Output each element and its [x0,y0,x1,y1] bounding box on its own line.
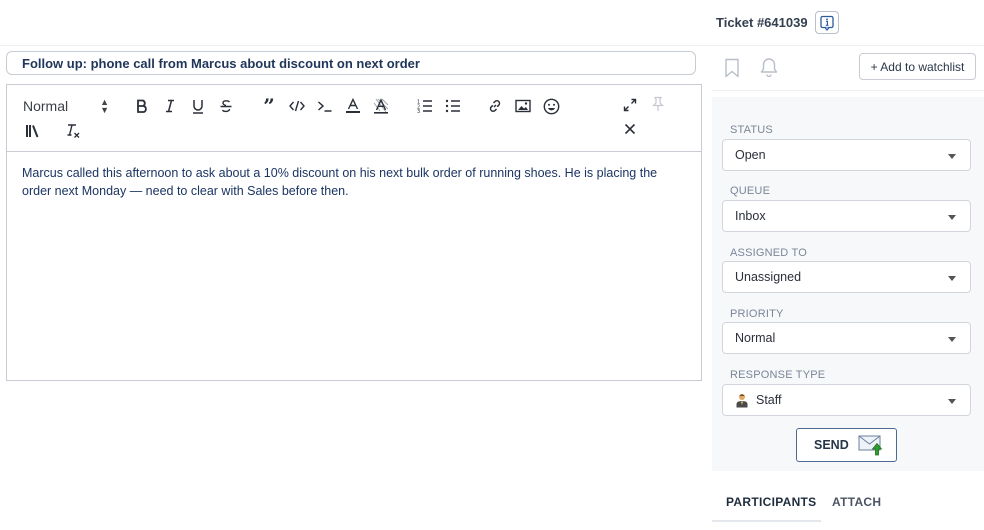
editor-toolbar: Normal ▲ ▼ ” 123 [7,85,701,152]
priority-value: Normal [735,331,776,345]
svg-text:3: 3 [417,109,420,113]
priority-label: PRIORITY [730,308,784,320]
background-color-icon [373,98,389,114]
status-select[interactable]: Open [722,139,971,171]
caret-down-icon [948,337,956,342]
active-tab-indicator [712,520,821,522]
rich-text-editor: Normal ▲ ▼ ” 123 Marcus called this afte… [6,84,702,381]
close-icon [624,123,636,135]
code-icon [289,100,305,112]
response-type-select[interactable]: Staff [722,384,971,416]
expand-button[interactable] [621,95,639,115]
editor-content[interactable]: Marcus called this afternoon to ask abou… [7,152,701,212]
format-select-value: Normal [23,98,69,114]
bold-button[interactable] [133,96,151,116]
pin-button[interactable] [649,94,667,114]
ticket-id: Ticket #641039 [716,15,808,30]
send-button[interactable]: SEND [796,428,897,462]
notifications-button[interactable] [760,57,778,82]
pin-icon [652,96,664,111]
updown-arrows-icon: ▲ ▼ [100,97,109,115]
send-mail-icon [858,435,883,456]
image-button[interactable] [514,96,532,116]
caret-down-icon [948,215,956,220]
italic-icon [166,99,174,113]
emoji-button[interactable] [542,96,560,116]
bullet-list-button[interactable] [444,96,462,116]
code-button[interactable] [288,96,306,116]
send-label: SEND [814,438,849,452]
ordered-list-icon: 123 [417,100,432,113]
quote-button[interactable]: ” [260,96,278,116]
add-to-watchlist-button[interactable]: + Add to watchlist [859,53,976,80]
clear-format-button[interactable] [63,121,83,141]
status-label: STATUS [730,124,773,136]
response-type-label: RESPONSE TYPE [730,369,826,381]
bookmark-button[interactable] [724,58,740,83]
image-icon [515,99,531,113]
bookmark-icon [725,58,739,78]
status-value: Open [735,148,766,162]
format-select[interactable]: Normal ▲ ▼ [23,96,109,116]
caret-down-icon [948,276,956,281]
close-editor-button[interactable] [621,119,639,139]
underline-button[interactable] [189,96,207,116]
queue-select[interactable]: Inbox [722,200,971,232]
caret-down-icon [948,154,956,159]
text-color-icon [346,98,360,113]
top-bar: Ticket #641039 [0,0,984,46]
italic-button[interactable] [161,96,179,116]
assigned-to-select[interactable]: Unassigned [722,261,971,293]
info-icon [820,15,834,31]
panel-tabs: PARTICIPANTS ATTACH [712,485,984,530]
caret-down-icon [948,399,956,404]
bell-icon [760,58,778,78]
staff-icon [736,393,748,407]
clear-format-icon [67,124,80,138]
link-icon [489,100,501,112]
link-button[interactable] [486,96,504,116]
emoji-icon [543,98,559,114]
tab-participants[interactable]: PARTICIPANTS [726,495,817,509]
priority-select[interactable]: Normal [722,322,971,354]
bullet-list-icon [445,99,460,113]
ticket-properties-panel: STATUS Open QUEUE Inbox ASSIGNED TO Unas… [712,97,984,471]
assigned-to-label: ASSIGNED TO [730,247,807,259]
quote-icon: ” [263,94,275,118]
ordered-list-button[interactable]: 123 [416,96,434,116]
queue-value: Inbox [735,209,766,223]
library-icon [26,125,39,138]
queue-label: QUEUE [730,185,771,197]
text-color-button[interactable] [344,96,362,116]
subject-input[interactable]: Follow up: phone call from Marcus about … [6,51,696,75]
code-block-button[interactable] [316,96,334,116]
tab-attach[interactable]: ATTACH [832,495,881,509]
strikethrough-icon [220,100,232,113]
expand-icon [623,98,637,112]
code-block-icon [318,101,332,112]
assigned-to-value: Unassigned [735,270,802,284]
bold-icon [137,99,147,113]
response-type-value: Staff [756,393,782,407]
strikethrough-button[interactable] [217,96,235,116]
library-button[interactable] [23,121,43,141]
watchlist-bar: + Add to watchlist [712,47,984,91]
underline-icon [193,99,203,114]
background-color-button[interactable] [372,96,390,116]
ticket-info-button[interactable] [815,11,839,34]
